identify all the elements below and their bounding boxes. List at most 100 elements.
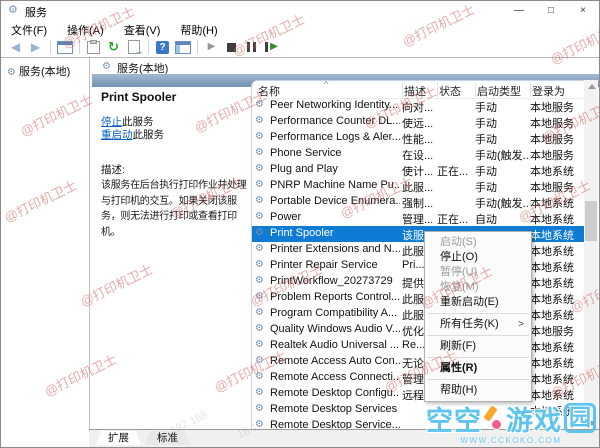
start-service-icon: ▶: [207, 41, 216, 52]
column-header-name[interactable]: 名称: [256, 83, 403, 97]
cell-logon: 本地系统: [530, 342, 574, 353]
cell-name: Realtek Audio Universal ...: [270, 339, 400, 351]
service-gear-icon: ⚙: [255, 355, 264, 366]
description-label: 描述:: [101, 164, 125, 176]
table-row[interactable]: ⚙ PNRP Machine Name Pu... 此服... 手动 本地服务: [252, 178, 586, 194]
table-row[interactable]: ⚙ Quality Windows Audio V... 优化... 本地服务: [252, 322, 586, 338]
cell-logon: 本地系统: [530, 262, 574, 273]
cell-logon: 本地系统: [530, 278, 574, 289]
context-menu-item[interactable]: 属性(R): [425, 361, 531, 376]
table-row[interactable]: ⚙ Problem Reports Control... 此服... 本地系统: [252, 290, 586, 306]
table-row[interactable]: ⚙ Peer Networking Identity... 向对... 手动 本地服务: [252, 98, 586, 114]
cell-logon: 本地服务: [530, 134, 574, 145]
column-header-status[interactable]: 状态: [437, 83, 476, 97]
service-gear-icon: ⚙: [255, 227, 264, 238]
cell-logon: 本地系统: [530, 166, 574, 177]
tree-item-label: 服务(本地): [18, 66, 71, 78]
menu-item-view[interactable]: 查看(V): [114, 20, 171, 38]
context-menu-item: 恢复(M): [440, 281, 479, 293]
table-row[interactable]: ⚙ Performance Logs & Aler... 性能... 手动 本地服务: [252, 130, 586, 146]
selected-service-title: Print Spooler: [101, 90, 177, 104]
table-row[interactable]: ⚙ Printer Repair Service Pri... 本地系统: [252, 258, 586, 274]
table-row[interactable]: ⚙ Power 管理... 正在... 自动 本地系统: [252, 210, 586, 226]
menu-item-action[interactable]: 操作(A): [57, 20, 114, 38]
table-row[interactable]: ⚙ Remote Access Connecti... 管理... 本地系统: [252, 370, 586, 386]
cell-status: [437, 195, 473, 209]
toolbar-export-properties-button[interactable]: [84, 39, 103, 56]
toolbar-restart-service-button[interactable]: ▶: [262, 39, 281, 56]
cell-status: 正在...: [437, 166, 469, 177]
toolbar-console-pane-button[interactable]: [173, 39, 192, 56]
close-button[interactable]: ×: [567, 1, 599, 20]
menu-separator: [427, 357, 529, 358]
table-row[interactable]: ⚙ PrintWorkflow_20273729 提供... 本地系统: [252, 274, 586, 290]
cell-name: Remote Access Auto Con...: [270, 355, 400, 367]
table-row[interactable]: ⚙ Portable Device Enumera... 强制... 手动(触发...…: [252, 194, 586, 210]
title-bar: ⚙ 服务 — □ ×: [1, 1, 599, 20]
scrollbar-thumb[interactable]: [585, 201, 597, 241]
cell-logon: 本地系统: [530, 310, 574, 321]
cell-logon: 本地系统: [530, 358, 574, 369]
column-header-startup[interactable]: 启动类型: [475, 83, 531, 97]
vertical-scrollbar[interactable]: [584, 80, 598, 430]
maximize-button[interactable]: □: [535, 1, 567, 20]
context-menu-item[interactable]: 帮助(H): [425, 383, 531, 398]
cell-logon: 本地系统: [530, 198, 574, 209]
view-tab-bar: 扩展 标准: [89, 429, 599, 447]
table-row[interactable]: ⚙ Printer Extensions and N... 此服... 本地系统: [252, 242, 586, 258]
toolbar-console-window-button[interactable]: [55, 39, 74, 56]
menu-item-help[interactable]: 帮助(H): [170, 20, 227, 38]
tab-standard[interactable]: 标准: [145, 431, 190, 445]
toolbar-back-arrow-button[interactable]: ◀: [6, 39, 25, 56]
table-row[interactable]: ⚙ Remote Access Auto Con... 无论... 本地系统: [252, 354, 586, 370]
cell-logon: 本地系统: [530, 406, 574, 417]
context-menu-item[interactable]: 重新启动(E): [425, 295, 531, 310]
minimize-button[interactable]: —: [503, 1, 535, 20]
cell-logon: 本地服务: [530, 150, 574, 161]
export-list-icon: [127, 40, 144, 56]
tree-item-services-local[interactable]: ⚙ 服务(本地): [7, 63, 70, 79]
column-header-desc[interactable]: 描述: [402, 83, 438, 97]
menu-item-file[interactable]: 文件(F): [1, 20, 57, 38]
column-header-logon[interactable]: 登录为: [530, 83, 586, 97]
service-info-panel: Print Spooler 停止此服务 重启动此服务 描述: 该服务在后台执行打…: [92, 87, 250, 430]
toolbar-separator: [79, 40, 80, 54]
submenu-arrow-icon: >: [518, 319, 524, 330]
cell-name: Performance Logs & Aler...: [270, 131, 400, 143]
table-row[interactable]: ⚙ Performance Counter DL... 使远... 手动 本地服务: [252, 114, 586, 130]
table-row[interactable]: ⚙ Plug and Play 使计... 正在... 手动 本地系统: [252, 162, 586, 178]
stop-service-icon: [227, 42, 236, 52]
scroll-up-icon[interactable]: [588, 84, 596, 89]
cell-name: Program Compatibility A...: [270, 307, 398, 319]
table-row[interactable]: ⚙ Realtek Audio Universal ... Re... 本地系统: [252, 338, 586, 354]
cell-name: Printer Repair Service: [270, 259, 378, 271]
scroll-down-icon[interactable]: [588, 421, 596, 426]
toolbar-separator: [197, 40, 198, 54]
toolbar-pause-service-button[interactable]: [242, 39, 261, 56]
context-menu-item[interactable]: 刷新(F): [425, 339, 531, 354]
service-gear-icon: ⚙: [255, 387, 264, 398]
table-row[interactable]: ⚙ Remote Desktop Services 本地系统: [252, 402, 586, 418]
table-row[interactable]: ⚙ Remote Desktop Configu... 远程... 本地系统: [252, 386, 586, 402]
cell-logon: 本地服务: [530, 326, 574, 337]
table-row[interactable]: ⚙ Program Compatibility A... 此服... 本地系统: [252, 306, 586, 322]
toolbar-forward-arrow-button[interactable]: ▶: [26, 39, 45, 56]
tab-extended[interactable]: 扩展: [96, 431, 141, 445]
toolbar-start-service-button[interactable]: ▶: [202, 39, 221, 56]
toolbar-help-button[interactable]: ?: [153, 39, 172, 56]
table-row[interactable]: ⚙ Print Spooler 该服... 本地系统: [252, 226, 586, 242]
console-window-icon: [56, 40, 73, 54]
context-menu-item[interactable]: 停止(O): [425, 250, 531, 265]
toolbar-export-list-button[interactable]: [124, 39, 144, 56]
toolbar-refresh-button[interactable]: ↻: [104, 39, 123, 56]
restart-service-link[interactable]: 重启动: [101, 129, 133, 141]
service-gear-icon: ⚙: [255, 163, 264, 174]
cell-status: [437, 99, 473, 113]
restart-service-rest: 此服务: [132, 129, 165, 141]
cell-desc: 使计...: [402, 166, 434, 177]
toolbar-separator: [148, 40, 149, 54]
table-row[interactable]: ⚙ Phone Service 在设... 手动(触发... 本地服务: [252, 146, 586, 162]
cell-logon: 本地系统: [530, 214, 574, 225]
toolbar-stop-service-button[interactable]: [222, 39, 241, 56]
context-menu-item[interactable]: 所有任务(K) >: [425, 317, 531, 332]
